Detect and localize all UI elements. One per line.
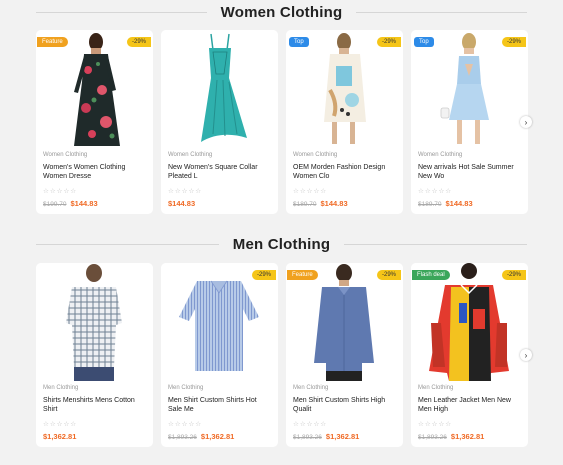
product-title[interactable]: New Women's Square Collar Pleated L bbox=[168, 163, 271, 185]
sale-price: $144.83 bbox=[70, 199, 98, 208]
rating-stars: ☆☆☆☆☆ bbox=[43, 421, 78, 428]
women-product-row: Feature -29% Women Clothing Women's Wome… bbox=[36, 30, 528, 214]
product-title[interactable]: Men Shirt Custom Shirts Hot Sale Me bbox=[168, 396, 271, 418]
top-badge: Top bbox=[289, 37, 309, 47]
floral-maxi-dress-image bbox=[74, 33, 120, 146]
product-card[interactable]: Women Clothing New Women's Square Collar… bbox=[161, 30, 278, 214]
product-image[interactable]: Top -29% bbox=[411, 30, 528, 148]
discount-badge: -29% bbox=[501, 37, 526, 47]
sale-price: $1,362.81 bbox=[43, 432, 77, 441]
section-title: Men Clothing bbox=[218, 235, 345, 253]
sale-price: $144.83 bbox=[445, 199, 473, 208]
rating-stars: ☆☆☆☆☆ bbox=[418, 421, 453, 428]
section-title: Women Clothing bbox=[206, 3, 357, 21]
product-category: Women Clothing bbox=[293, 152, 338, 158]
product-card[interactable]: -29% Men Clothing Men Shirt Custom Shirt… bbox=[161, 263, 278, 447]
striped-shirt-image bbox=[179, 280, 259, 371]
product-title[interactable]: New arrivals Hot Sale Summer New Wo bbox=[418, 163, 521, 185]
product-image[interactable] bbox=[161, 30, 278, 148]
original-price: $1,893.26 bbox=[418, 434, 447, 441]
product-card[interactable]: Top -29% Women Clothing New arrivals Hot… bbox=[411, 30, 528, 214]
blue-dress-shirt-image bbox=[314, 264, 374, 381]
product-card[interactable]: Men Clothing Shirts Menshirts Mens Cotto… bbox=[36, 263, 153, 447]
next-arrow-icon[interactable]: › bbox=[520, 116, 532, 128]
sale-price: $144.83 bbox=[320, 199, 348, 208]
men-section-header: Men Clothing bbox=[0, 232, 563, 256]
product-category: Men Clothing bbox=[418, 385, 454, 391]
product-card[interactable]: Feature -29% Men Clothing Men Shirt Cust… bbox=[286, 263, 403, 447]
blue-sundress-image bbox=[440, 33, 489, 144]
rating-stars: ☆☆☆☆☆ bbox=[168, 421, 203, 428]
rating-stars: ☆☆☆☆☆ bbox=[293, 188, 328, 195]
product-image[interactable] bbox=[36, 263, 153, 381]
product-image[interactable]: -29% bbox=[161, 263, 278, 381]
product-category: Men Clothing bbox=[43, 385, 79, 391]
product-title[interactable]: Men Leather Jacket Men New Men High bbox=[418, 396, 521, 418]
original-price: $1,893.26 bbox=[168, 434, 197, 441]
discount-badge: -29% bbox=[376, 37, 401, 47]
rating-stars: ☆☆☆☆☆ bbox=[293, 421, 328, 428]
original-price: $189.70 bbox=[418, 201, 442, 208]
rating-stars: ☆☆☆☆☆ bbox=[43, 188, 78, 195]
product-card[interactable]: Flash deal -29% Men Clothing Men Leather… bbox=[411, 263, 528, 447]
teal-lace-dress-image bbox=[201, 33, 247, 142]
feature-badge: Feature bbox=[37, 37, 68, 47]
product-image[interactable]: Feature -29% bbox=[286, 263, 403, 381]
original-price: $199.70 bbox=[43, 201, 67, 208]
product-image[interactable]: Feature -29% bbox=[36, 30, 153, 148]
sale-price: $1,362.81 bbox=[450, 432, 485, 441]
product-category: Men Clothing bbox=[168, 385, 204, 391]
original-price: $189.70 bbox=[293, 201, 317, 208]
men-product-row: Men Clothing Shirts Menshirts Mens Cotto… bbox=[36, 263, 528, 447]
product-category: Women Clothing bbox=[43, 152, 88, 158]
discount-badge: -29% bbox=[376, 270, 401, 280]
discount-badge: -29% bbox=[501, 270, 526, 280]
product-card[interactable]: Feature -29% Women Clothing Women's Wome… bbox=[36, 30, 153, 214]
rating-stars: ☆☆☆☆☆ bbox=[418, 188, 453, 195]
discount-badge: -29% bbox=[251, 270, 276, 280]
product-category: Women Clothing bbox=[418, 152, 463, 158]
product-title[interactable]: Shirts Menshirts Mens Cotton Shirt bbox=[43, 396, 146, 418]
product-card[interactable]: Top -29% Women Clothing OEM Morden Fashi… bbox=[286, 30, 403, 214]
discount-badge: -29% bbox=[126, 37, 151, 47]
women-section-header: Women Clothing bbox=[0, 0, 563, 24]
product-title[interactable]: Men Shirt Custom Shirts High Qualit bbox=[293, 396, 396, 418]
feature-badge: Feature bbox=[287, 270, 318, 280]
sale-price: $1,362.81 bbox=[200, 432, 235, 441]
varsity-jacket-image bbox=[429, 263, 509, 381]
original-price: $1,893.26 bbox=[293, 434, 322, 441]
flash-deal-badge: Flash deal bbox=[412, 270, 450, 280]
sale-price: $1,362.81 bbox=[325, 432, 360, 441]
plaid-shirt-image bbox=[66, 264, 122, 381]
product-image[interactable]: Flash deal -29% bbox=[411, 263, 528, 381]
rating-stars: ☆☆☆☆☆ bbox=[168, 188, 203, 195]
pattern-shift-dress-image bbox=[324, 33, 366, 144]
top-badge: Top bbox=[414, 37, 434, 47]
product-category: Women Clothing bbox=[168, 152, 213, 158]
product-title[interactable]: OEM Morden Fashion Design Women Clo bbox=[293, 163, 396, 185]
next-arrow-icon[interactable]: › bbox=[520, 349, 532, 361]
product-image[interactable]: Top -29% bbox=[286, 30, 403, 148]
sale-price: $144.83 bbox=[168, 199, 196, 208]
product-title[interactable]: Women's Women Clothing Women Dresse bbox=[43, 163, 146, 185]
product-category: Men Clothing bbox=[293, 385, 329, 391]
